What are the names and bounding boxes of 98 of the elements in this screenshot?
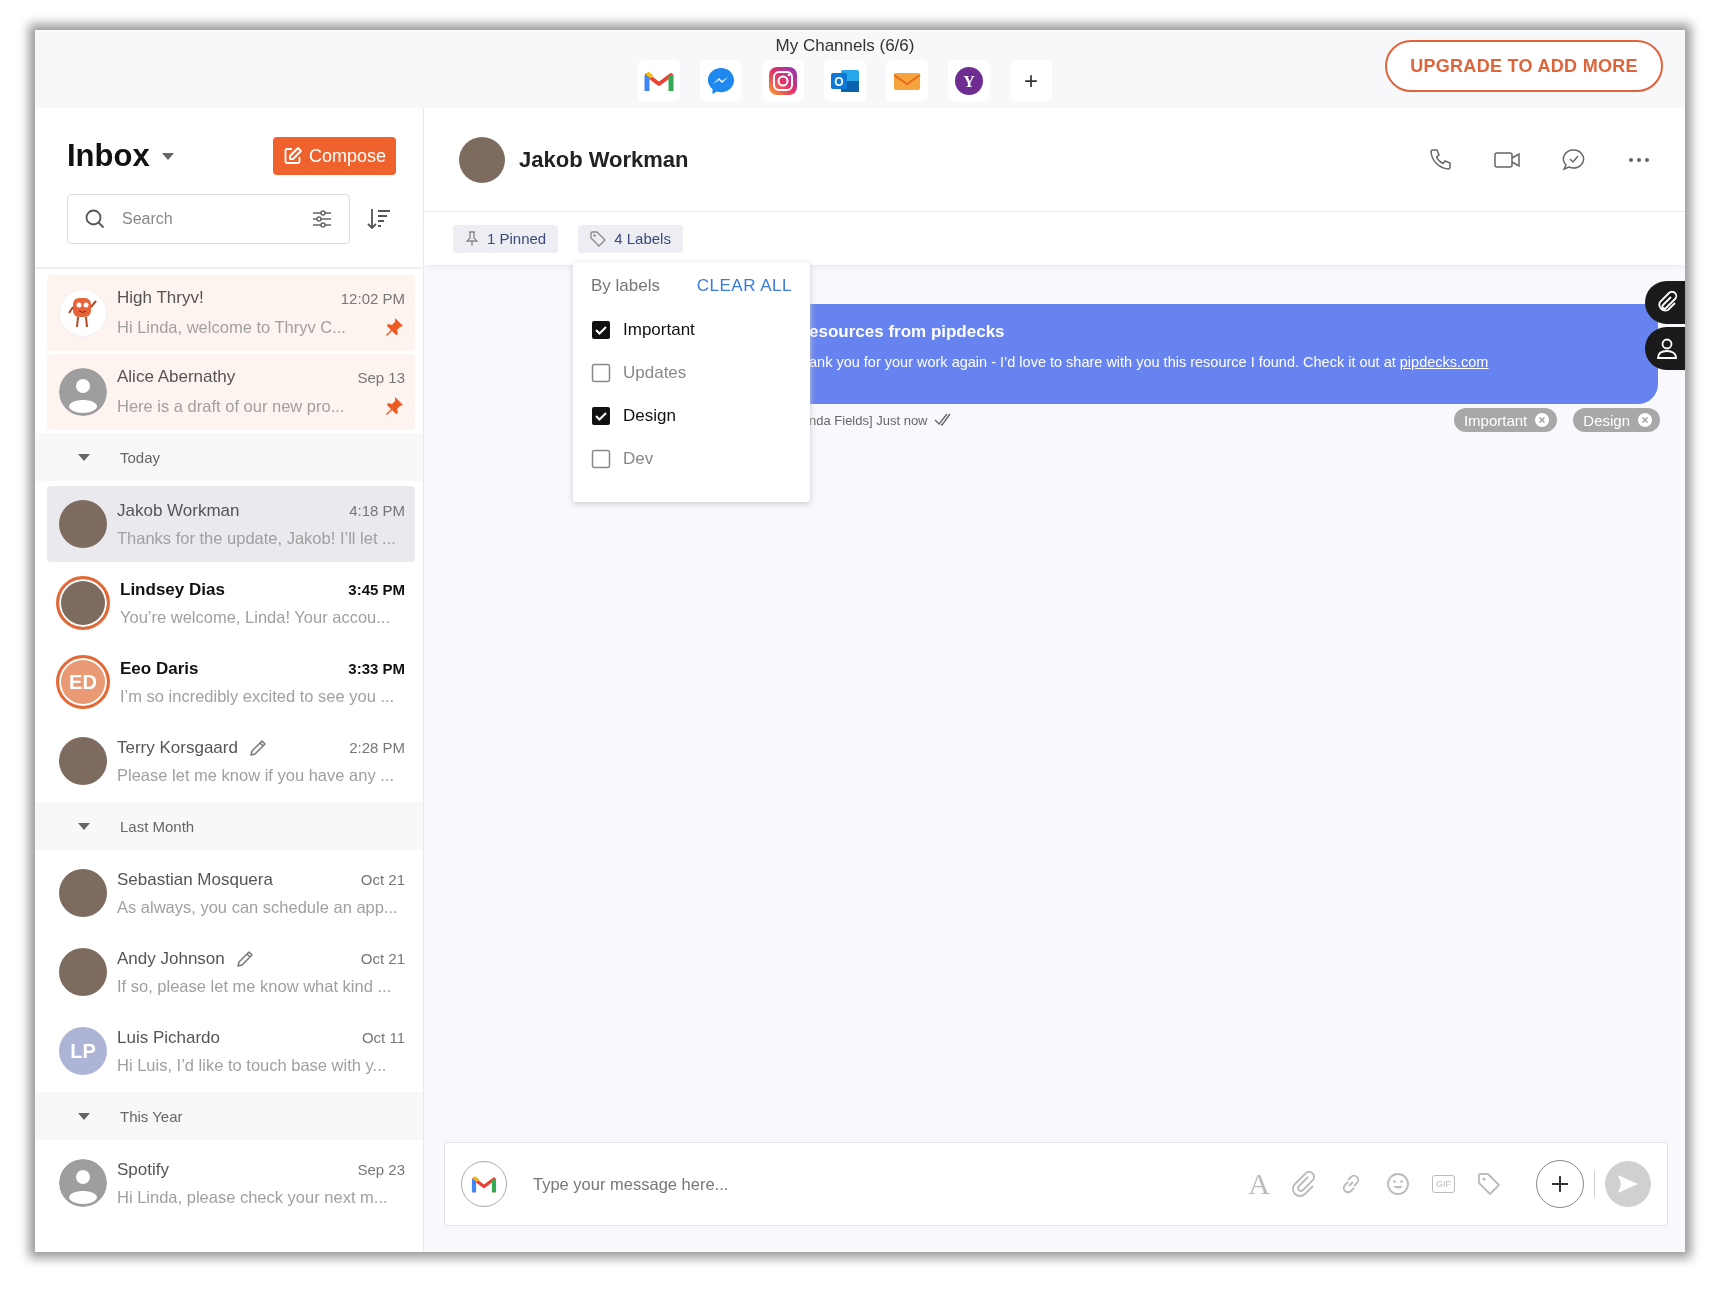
message-time: 2:28 PM: [349, 739, 405, 756]
conversation-item[interactable]: ED Eeo Daris 3:33 PM I’m so incredibly excited to see you ...: [47, 644, 415, 720]
conversation-item[interactable]: High Thryv! 12:02 PM Hi Linda, welcome to Thryv C...: [47, 275, 415, 351]
pin-icon: [465, 230, 479, 247]
message-preview: As always, you can schedule an app...: [117, 897, 398, 917]
edit-icon: [282, 146, 303, 166]
contact-name: Jakob Workman: [519, 146, 689, 173]
conversation-item[interactable]: Andy Johnson Oct 21 If so, please let me know what kind ...: [47, 934, 415, 1010]
contact-name: Spotify: [117, 1159, 169, 1180]
photo-placeholder: [459, 136, 505, 183]
message-meta: nda Fields] Just now: [809, 412, 928, 428]
conversation-item[interactable]: LP Luis Pichardo Oct 11 Hi Luis, I’d like to touch base with y...: [47, 1013, 415, 1089]
person-icon: [1656, 336, 1678, 361]
messenger-channel-icon[interactable]: [700, 60, 742, 102]
checkbox[interactable]: [591, 448, 611, 469]
message-preview: Here is a draft of our new pro...: [117, 396, 345, 416]
mascot-avatar-icon: [59, 289, 107, 337]
channels-title: My Channels (6/6): [775, 36, 915, 56]
yahoo-channel-icon[interactable]: Y: [948, 60, 990, 102]
caret-icon[interactable]: [78, 822, 90, 830]
checkbox[interactable]: [591, 362, 611, 383]
section-title: This Year: [120, 1107, 183, 1125]
message-preview: If so, please let me know what kind ...: [117, 976, 392, 996]
initials-avatar: LP: [59, 1027, 107, 1075]
menu-title: By labels: [591, 276, 660, 296]
double-check-icon: [933, 413, 952, 427]
filter-icon[interactable]: [311, 208, 333, 230]
chat-icon[interactable]: [1561, 146, 1587, 173]
sort-icon[interactable]: [366, 207, 392, 231]
email-channel-icon[interactable]: [886, 60, 928, 102]
plus-icon: [1550, 1174, 1570, 1194]
section-header[interactable]: Last Month: [35, 802, 423, 850]
conversation-item[interactable]: Jakob Workman 4:18 PM Thanks for the update, Jakob! I’ll let ...: [47, 486, 415, 562]
checked-checkbox[interactable]: [591, 405, 611, 426]
message-preview: Hi Linda, welcome to Thryv C...: [117, 317, 346, 337]
label-option[interactable]: Updates: [591, 351, 792, 394]
message-time: 3:45 PM: [348, 581, 405, 598]
message-preview: You’re welcome, Linda! Your accou...: [120, 607, 390, 627]
add-button[interactable]: [1536, 1160, 1584, 1208]
caret-icon[interactable]: [78, 1112, 90, 1120]
initials-avatar: ED: [56, 655, 110, 709]
instagram-channel-icon[interactable]: [762, 60, 804, 102]
message-time: 12:02 PM: [340, 289, 405, 307]
message-preview: Please let me know if you have any ...: [117, 765, 394, 785]
section-header[interactable]: Today: [35, 433, 423, 481]
section-title: Last Month: [120, 817, 195, 835]
message-preview: Hi Luis, I’d like to touch base with y...: [117, 1055, 387, 1075]
outlook-channel-icon[interactable]: O: [824, 60, 866, 102]
contact-name: High Thryv!: [117, 288, 204, 308]
section-header[interactable]: This Year: [35, 1092, 423, 1140]
label-option[interactable]: Design: [591, 394, 792, 437]
pinned-chip[interactable]: 1 Pinned: [453, 224, 559, 253]
message-time: Oct 21: [360, 871, 405, 888]
message-preview: Thanks for the update, Jakob! I’ll let ...: [117, 528, 396, 548]
clear-all-button[interactable]: CLEAR ALL: [696, 276, 792, 296]
message-preview: Hi Linda, please check your next m...: [117, 1187, 388, 1207]
message-time: 4:18 PM: [349, 502, 405, 519]
contact-name: Lindsey Dias: [120, 579, 225, 600]
contact-name: Alice Abernathy: [117, 367, 236, 387]
contact-name: Sebastian Mosquera: [117, 869, 273, 890]
conversation-item[interactable]: Terry Korsgaard 2:28 PM Please let me know if you have any ...: [47, 723, 415, 799]
add-channel-button[interactable]: +: [1010, 60, 1052, 102]
message-preview: I’m so incredibly excited to see you ...: [120, 686, 395, 706]
conversation-item[interactable]: Lindsey Dias 3:45 PM You’re welcome, Linda! Your accou...: [47, 565, 415, 641]
conversation-item[interactable]: Alice Abernathy Sep 13 Here is a draft of our new pro...: [47, 354, 415, 430]
labels-chip[interactable]: 4 Labels: [578, 224, 683, 253]
label-option[interactable]: Dev: [591, 437, 792, 480]
message-time: Sep 23: [357, 1161, 405, 1178]
contact-name: Terry Korsgaard: [117, 737, 238, 758]
message-time: Oct 21: [360, 950, 405, 967]
paperclip-icon[interactable]: [1291, 1170, 1317, 1198]
section-title: Today: [120, 448, 161, 466]
conversation-item[interactable]: Spotify Sep 23 Hi Linda, please check your next m...: [47, 1145, 415, 1221]
contact-name: Andy Johnson: [117, 948, 225, 969]
contact-name: Jakob Workman: [117, 500, 240, 521]
message-time: Sep 13: [357, 368, 405, 386]
conversation-item[interactable]: Sebastian Mosquera Oct 21 As always, you can schedule an app...: [47, 855, 415, 931]
message-title: esources from pipdecks: [809, 322, 1006, 342]
attachment-side-button[interactable]: [1645, 281, 1685, 324]
message-time: Oct 11: [361, 1029, 405, 1046]
caret-icon[interactable]: [78, 453, 90, 461]
paperclip-icon: [1656, 290, 1678, 315]
caret-icon[interactable]: [161, 152, 174, 160]
inbox-title[interactable]: Inbox: [67, 138, 150, 174]
search-bar[interactable]: Search: [67, 194, 350, 244]
contact-name: Luis Pichardo: [117, 1027, 220, 1048]
send-icon: [1617, 1174, 1639, 1194]
label-option[interactable]: Important: [591, 308, 792, 351]
message-text: ank you for your work again - I’d love to share with you this resource I found. Check it out at pipdecks.com: [809, 354, 1490, 370]
gmail-channel-icon[interactable]: [638, 60, 680, 102]
person-avatar-icon: [59, 1159, 107, 1207]
message-time: 3:33 PM: [348, 660, 405, 677]
checked-checkbox[interactable]: [591, 319, 611, 340]
person-avatar-icon: [59, 368, 107, 416]
tag-icon: [590, 230, 607, 247]
search-icon: [84, 208, 106, 230]
phone-icon[interactable]: [1427, 146, 1453, 173]
contact-name: Eeo Daris: [120, 658, 199, 679]
